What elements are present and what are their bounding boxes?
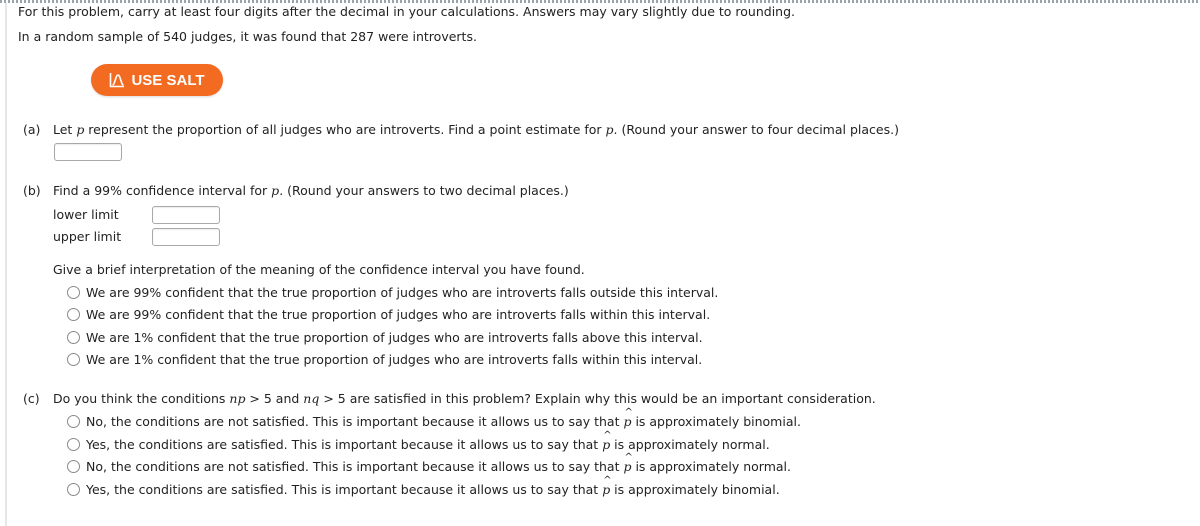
radio-button[interactable] bbox=[67, 308, 80, 321]
lower-limit-label: lower limit bbox=[53, 207, 119, 222]
p-hat-symbol: p bbox=[602, 430, 611, 452]
variable-np: np bbox=[229, 391, 246, 406]
part-a-text: Let bbox=[53, 122, 77, 137]
problem-statement: In a random sample of 540 judges, it was… bbox=[18, 29, 477, 44]
conditions-option[interactable]: Yes, the conditions are satisfied. This … bbox=[67, 475, 780, 497]
use-salt-button[interactable]: USE SALT bbox=[91, 64, 223, 96]
top-dotted-border bbox=[0, 0, 1200, 3]
interpretation-option[interactable]: We are 99% confident that the true propo… bbox=[67, 307, 710, 322]
part-b-text: Find a 99% confidence interval for bbox=[53, 183, 272, 198]
radio-button[interactable] bbox=[67, 438, 80, 451]
radio-button[interactable] bbox=[67, 415, 80, 428]
distribution-curve-icon bbox=[110, 73, 125, 88]
instructions-text: For this problem, carry at least four di… bbox=[18, 4, 796, 19]
part-a-question: (a) Let p represent the proportion of all… bbox=[23, 122, 899, 138]
part-c-label: (c) bbox=[23, 391, 40, 406]
left-border bbox=[5, 3, 7, 526]
part-a-text: represent the proportion of all judges w… bbox=[84, 122, 606, 137]
option-text: Yes, the conditions are satisfied. This … bbox=[86, 475, 780, 497]
radio-button[interactable] bbox=[67, 353, 80, 366]
option-text: We are 99% confident that the true propo… bbox=[86, 307, 711, 322]
lower-limit-input[interactable] bbox=[152, 206, 220, 224]
part-c-question: (c) Do you think the conditions np > 5 an… bbox=[23, 391, 876, 407]
part-b-text: . (Round your answers to two decimal pla… bbox=[279, 183, 569, 198]
variable-p: p bbox=[605, 122, 614, 137]
option-text: We are 1% confident that the true propor… bbox=[86, 330, 703, 345]
option-text: No, the conditions are not satisfied. Th… bbox=[86, 407, 801, 429]
p-hat-symbol: p bbox=[623, 407, 632, 429]
interpretation-option[interactable]: We are 1% confident that the true propor… bbox=[67, 352, 702, 367]
radio-button[interactable] bbox=[67, 483, 80, 496]
conditions-option[interactable]: No, the conditions are not satisfied. Th… bbox=[67, 452, 791, 474]
radio-button[interactable] bbox=[67, 286, 80, 299]
interpretation-prompt: Give a brief interpretation of the meani… bbox=[53, 262, 585, 277]
option-text: No, the conditions are not satisfied. Th… bbox=[86, 452, 791, 474]
part-b-question: (b) Find a 99% confidence interval for p.… bbox=[23, 183, 569, 199]
radio-button[interactable] bbox=[67, 331, 80, 344]
conditions-option[interactable]: Yes, the conditions are satisfied. This … bbox=[67, 430, 770, 452]
conditions-option[interactable]: No, the conditions are not satisfied. Th… bbox=[67, 407, 801, 429]
upper-limit-input[interactable] bbox=[152, 228, 220, 246]
part-a-label: (a) bbox=[23, 122, 41, 137]
part-c-text: > 5 and bbox=[245, 391, 304, 406]
upper-limit-label: upper limit bbox=[53, 229, 122, 244]
part-a-text: . (Round your answer to four decimal pla… bbox=[613, 122, 899, 137]
interpretation-option[interactable]: We are 99% confident that the true propo… bbox=[67, 285, 718, 300]
p-hat-symbol: p bbox=[602, 475, 611, 497]
p-hat-symbol: p bbox=[623, 452, 632, 474]
point-estimate-input[interactable] bbox=[54, 143, 122, 161]
part-c-text: > 5 are satisfied in this problem? Expla… bbox=[319, 391, 876, 406]
variable-nq: nq bbox=[303, 391, 320, 406]
part-b-label: (b) bbox=[23, 183, 41, 198]
part-c-text: Do you think the conditions bbox=[53, 391, 230, 406]
variable-p: p bbox=[271, 183, 280, 198]
option-text: Yes, the conditions are satisfied. This … bbox=[86, 430, 770, 452]
option-text: We are 1% confident that the true propor… bbox=[86, 352, 703, 367]
use-salt-label: USE SALT bbox=[131, 71, 205, 89]
radio-button[interactable] bbox=[67, 460, 80, 473]
option-text: We are 99% confident that the true propo… bbox=[86, 285, 719, 300]
interpretation-option[interactable]: We are 1% confident that the true propor… bbox=[67, 330, 703, 345]
